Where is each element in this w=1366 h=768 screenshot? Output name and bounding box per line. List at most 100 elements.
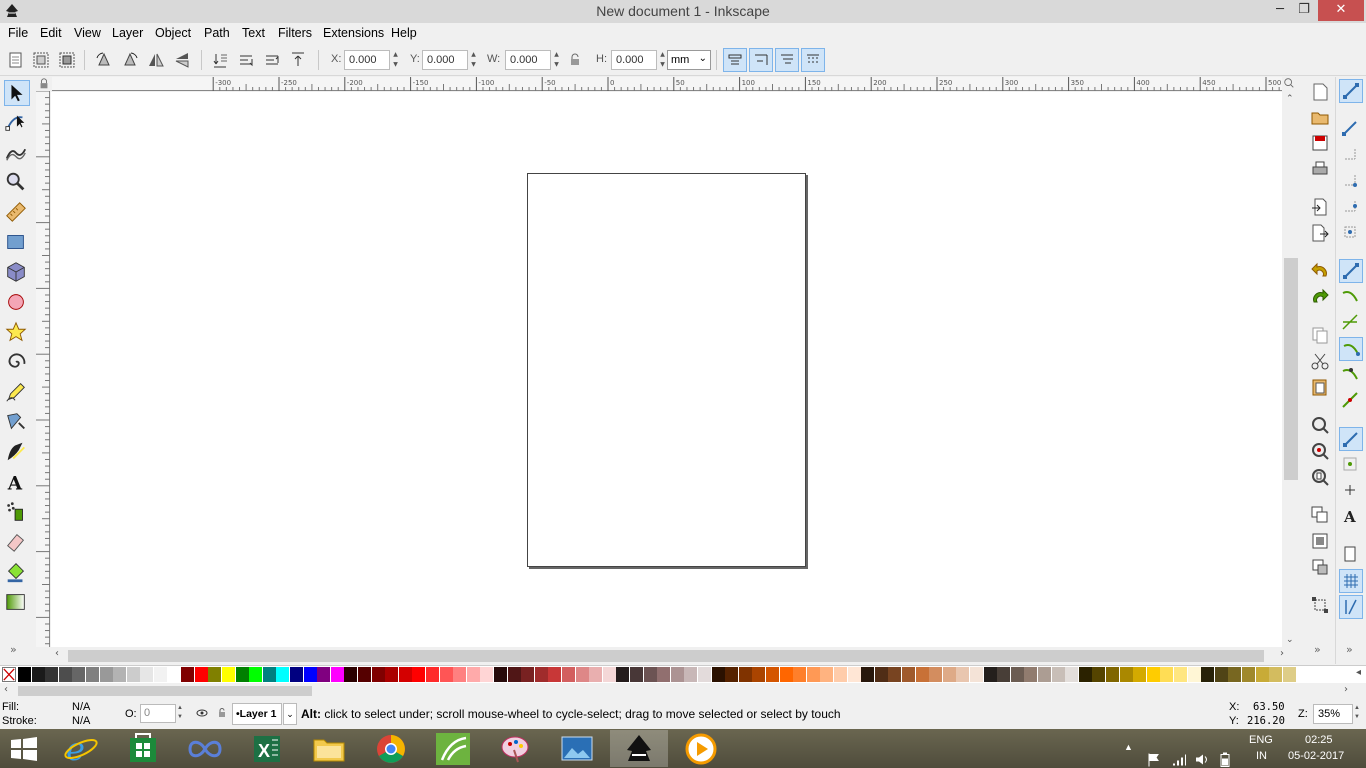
ellipse-tool[interactable] [4,290,30,316]
color-swatch[interactable] [806,667,820,682]
color-swatch[interactable] [942,667,956,682]
vertical-scrollbar[interactable]: ⌃ ⌄ [1283,92,1299,647]
color-swatch[interactable] [398,667,412,682]
zoom-spin-arrows[interactable]: ▲ ▼ [1354,704,1360,722]
rectangle-tool[interactable] [4,230,30,256]
snap-bbox-corners-toggle[interactable] [1339,169,1363,193]
color-swatch[interactable] [290,667,303,682]
palette-scroll-right-icon[interactable]: › [1344,684,1348,695]
h-input[interactable]: 0.000 [611,50,657,70]
menu-extensions[interactable]: Extensions [323,26,384,40]
spray-tool[interactable] [4,500,30,526]
color-swatch[interactable] [874,667,888,682]
pencil-tool[interactable] [4,380,30,406]
color-swatch[interactable] [902,667,915,682]
color-swatch[interactable] [1065,667,1079,682]
save-icon[interactable] [1310,133,1330,153]
snap-bbox-centers-toggle[interactable] [1339,221,1363,245]
color-swatch[interactable] [1038,667,1051,682]
layer-lock-icon[interactable] [216,707,228,719]
palette-scroll-thumb[interactable] [18,686,312,696]
snap-bbox-edges-toggle[interactable] [1339,143,1363,167]
3dbox-tool[interactable] [4,260,30,286]
color-swatch[interactable] [1051,667,1065,682]
snap-enable-toggle[interactable] [1339,79,1363,103]
horizontal-scrollbar[interactable]: ‹ › [52,648,1298,664]
text-tool[interactable]: A [4,470,30,496]
palette-scroll-left-icon[interactable]: ‹ [4,684,8,695]
color-swatch[interactable] [235,667,249,682]
snap-line-midpoints-toggle[interactable] [1339,389,1363,413]
taskbar-internet-explorer[interactable]: e [52,730,110,768]
color-swatch[interactable] [1010,667,1024,682]
taskbar-photos[interactable] [548,730,606,767]
scroll-up-icon[interactable]: ⌃ [1286,94,1294,104]
color-swatch[interactable] [1160,667,1174,682]
select-all-icon[interactable] [6,50,26,70]
menu-text[interactable]: Text [242,26,265,40]
rotate-cw-icon[interactable] [120,50,140,70]
palette-scrollbar[interactable]: ‹ › [0,684,1366,698]
paint-bucket-tool[interactable] [4,560,30,586]
cut-icon[interactable] [1310,351,1330,371]
rotate-ccw-icon[interactable] [94,50,114,70]
open-folder-icon[interactable] [1310,107,1330,127]
clock-date[interactable]: 05-02-2017 [1288,750,1344,768]
snap-page-border-toggle[interactable] [1339,543,1363,567]
menu-layer[interactable]: Layer [112,26,143,40]
color-swatch[interactable] [45,667,59,682]
color-swatch[interactable] [358,667,371,682]
zoom-input[interactable]: 35% [1313,704,1353,724]
calligraphy-tool[interactable] [4,440,30,466]
stroke-value[interactable]: N/A [72,715,90,727]
taskbar-media-player[interactable] [672,730,730,767]
color-swatch[interactable] [602,667,616,682]
color-swatch[interactable] [521,667,535,682]
opacity-spin-arrows[interactable]: ▲ ▼ [177,704,183,722]
copy-icon[interactable] [1310,325,1330,345]
scroll-down-icon[interactable]: ⌄ [1286,635,1294,645]
windows-start-icon[interactable] [10,737,38,761]
taskbar-file-explorer[interactable] [300,730,358,767]
color-swatch[interactable] [738,667,752,682]
color-swatch[interactable] [1282,667,1296,682]
color-swatch[interactable] [1242,667,1255,682]
color-swatch[interactable] [562,667,575,682]
scale-corners-toggle[interactable] [749,48,773,72]
spiral-tool[interactable] [4,350,30,376]
color-swatch[interactable] [344,667,358,682]
color-swatch[interactable] [99,667,113,682]
toolbox-overflow-icon[interactable]: » [10,643,17,656]
show-hidden-icons[interactable]: ▲ [1124,742,1133,768]
color-swatch[interactable] [113,667,127,682]
color-swatch[interactable] [1201,667,1215,682]
color-swatch[interactable] [480,667,494,682]
color-swatch[interactable] [684,667,698,682]
duplicate-icon[interactable] [1310,505,1330,525]
w-spin-arrows[interactable]: ▲ ▼ [552,50,561,70]
menu-object[interactable]: Object [155,26,191,40]
color-swatch[interactable] [1133,667,1147,682]
drawing-canvas[interactable] [51,92,1282,647]
close-button[interactable]: ✕ [1318,0,1364,21]
menu-path[interactable]: Path [204,26,230,40]
fill-value[interactable]: N/A [72,701,90,713]
zoom-page-icon[interactable] [1310,467,1330,487]
snap-cusp-nodes-toggle[interactable] [1339,337,1363,361]
color-swatch[interactable] [426,667,439,682]
color-swatch[interactable] [412,667,426,682]
menu-help[interactable]: Help [391,26,417,40]
color-swatch[interactable] [31,667,45,682]
select-all-layers-icon[interactable] [31,50,51,70]
snap-bbox-toggle[interactable] [1339,117,1363,141]
h-spin-arrows[interactable]: ▲ ▼ [658,50,667,70]
vertical-scroll-thumb[interactable] [1284,258,1298,480]
color-swatch[interactable] [534,667,548,682]
flip-horizontal-icon[interactable] [146,50,166,70]
color-swatch[interactable] [820,667,834,682]
color-swatch[interactable] [1092,667,1106,682]
color-swatch[interactable] [1024,667,1038,682]
color-swatch[interactable] [1119,667,1133,682]
color-swatch[interactable] [698,667,711,682]
color-swatch[interactable] [494,667,507,682]
